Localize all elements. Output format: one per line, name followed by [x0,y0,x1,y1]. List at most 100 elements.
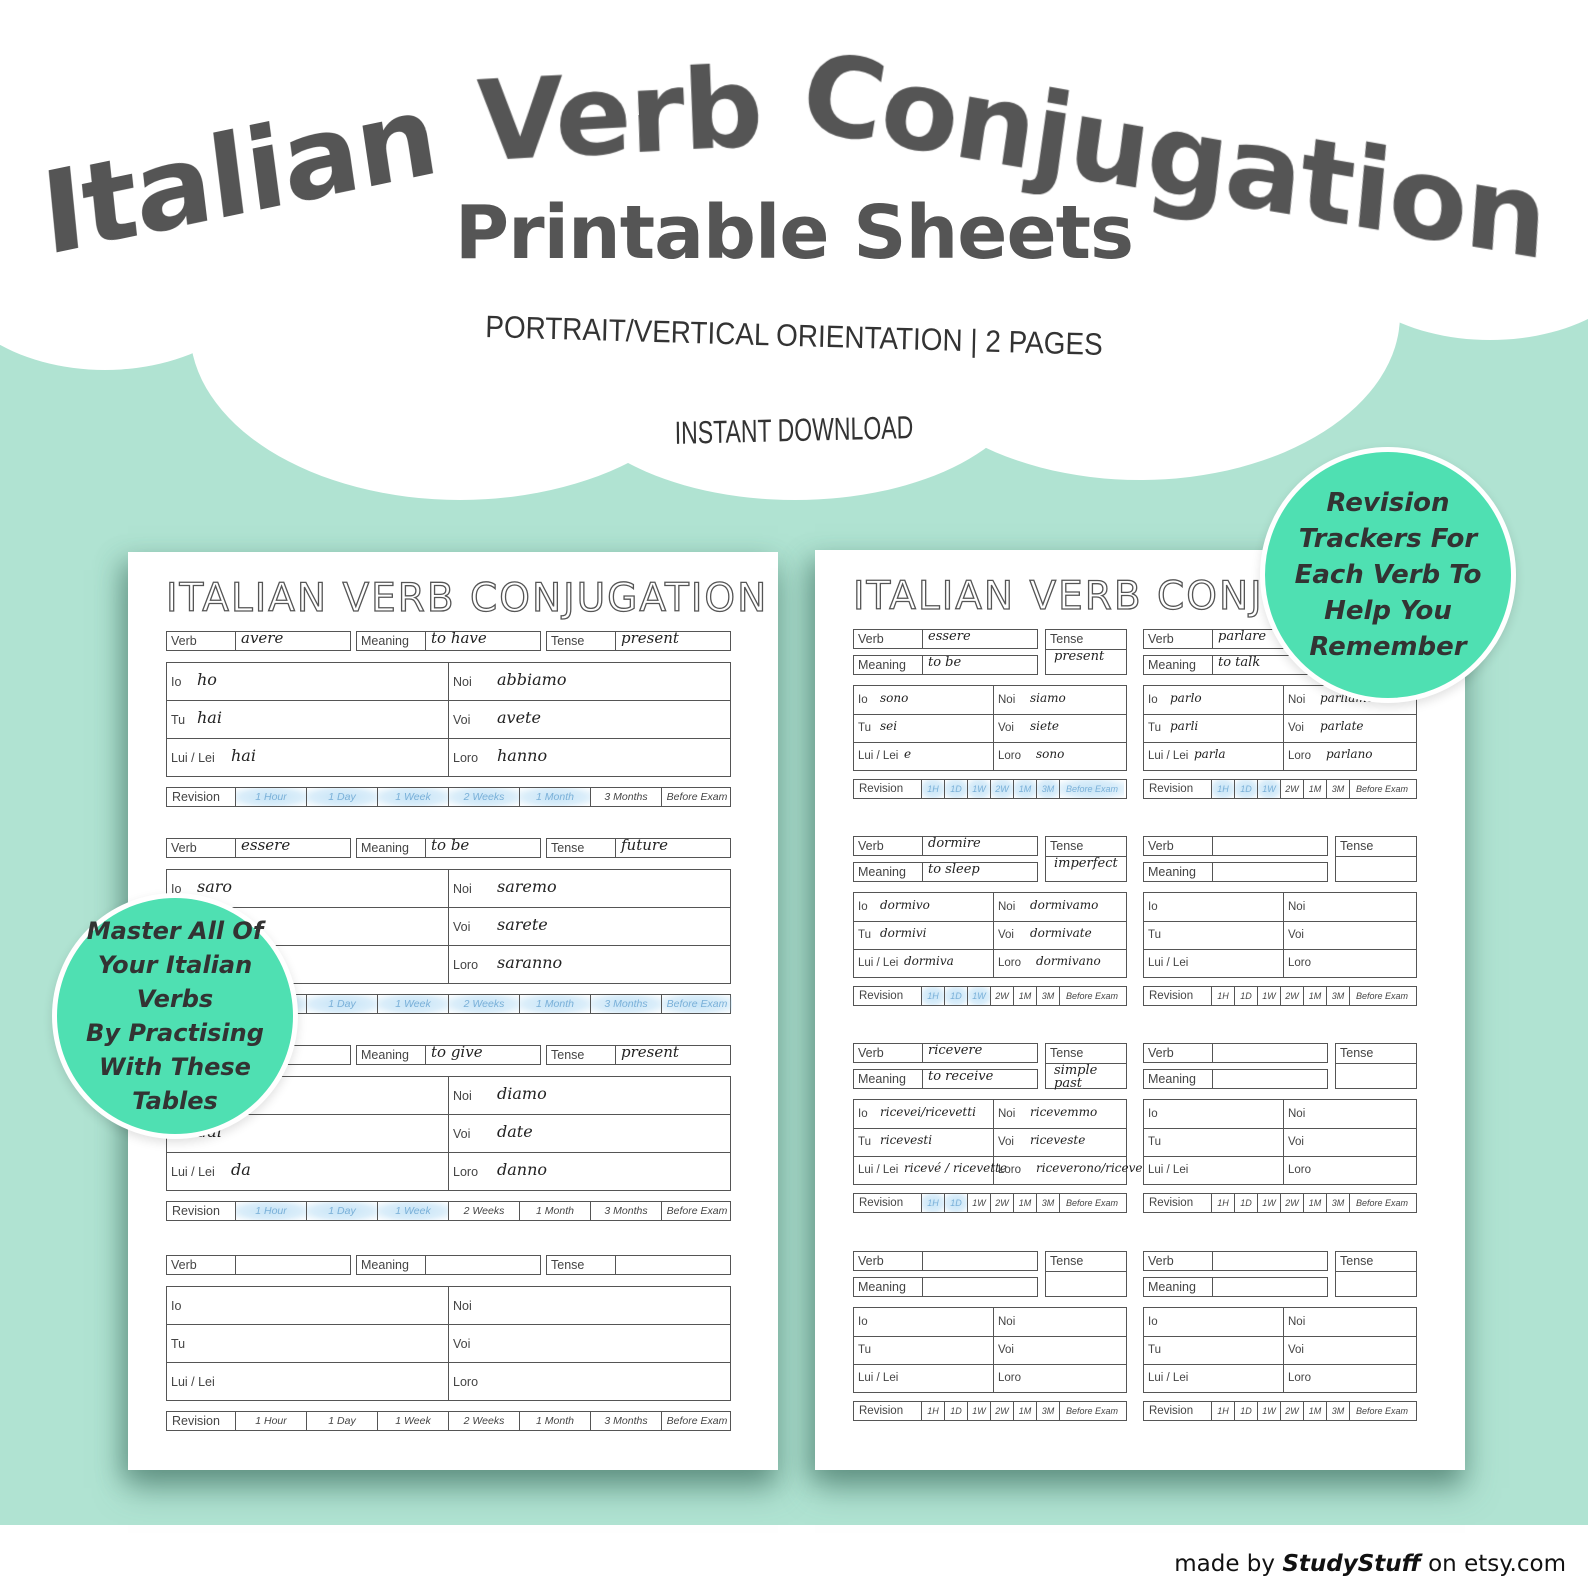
field-meaning[interactable]: Meaning to be [356,836,541,858]
revision-checkbox[interactable]: 2W [990,780,1013,798]
revision-checkbox[interactable]: 1 Day [306,995,377,1013]
revision-checkbox[interactable]: 1W [967,987,990,1005]
conjugation-lui[interactable]: parla [1194,747,1226,761]
revision-checkbox[interactable]: 1D [1234,780,1257,798]
field-verb[interactable]: Verb [166,1255,351,1275]
revision-checkbox[interactable]: Before Exam [1059,987,1124,1005]
revision-checkbox[interactable]: 2W [1280,780,1303,798]
field-tense[interactable]: Tense [1335,836,1417,882]
revision-checkbox[interactable]: 1D [1234,1402,1257,1420]
revision-checkbox[interactable]: Before Exam [1349,780,1414,798]
conjugation-loro[interactable]: saranno [497,953,562,972]
conjugation-noi[interactable]: dormivamo [1030,898,1098,912]
conjugation-lui[interactable]: e [904,747,911,761]
field-tense[interactable]: Tense present [546,629,731,651]
field-meaning[interactable]: Meaning [853,1277,1038,1297]
conjugation-loro[interactable]: danno [497,1160,547,1179]
field-tense[interactable]: Tense present [1045,629,1127,675]
conjugation-tu[interactable]: parli [1170,719,1198,733]
revision-checkbox[interactable]: Before Exam [1059,1194,1124,1212]
revision-checkbox[interactable]: 3 Months [590,1412,661,1430]
revision-checkbox[interactable]: 2 Weeks [448,788,519,806]
field-verb[interactable]: Verb [853,1251,1038,1271]
revision-checkbox[interactable]: 1 Week [377,1202,448,1220]
revision-checkbox[interactable]: 2W [990,1402,1013,1420]
revision-checkbox[interactable]: 1 Hour [235,1412,306,1430]
revision-checkbox[interactable]: 1H [1211,1402,1234,1420]
conjugation-io[interactable]: ricevei/ricevetti [880,1105,976,1119]
conjugation-io[interactable]: dormivo [880,898,930,912]
revision-checkbox[interactable]: 1M [1303,780,1326,798]
field-verb[interactable]: Verb avere [166,629,351,651]
revision-checkbox[interactable]: 1W [967,1402,990,1420]
field-meaning[interactable]: Meaning to have [356,629,541,651]
conjugation-lui[interactable]: hai [231,746,256,765]
conjugation-voi[interactable]: date [497,1122,533,1141]
revision-checkbox[interactable]: 3 Months [590,995,661,1013]
revision-checkbox[interactable]: 2 Weeks [448,995,519,1013]
revision-checkbox[interactable]: 1W [1257,1194,1280,1212]
revision-checkbox[interactable]: 1 Hour [235,788,306,806]
conjugation-io[interactable]: sono [880,691,908,705]
revision-checkbox[interactable]: 1H [921,987,944,1005]
revision-checkbox[interactable]: 1 Day [306,788,377,806]
field-meaning[interactable]: Meaning [356,1255,541,1275]
revision-checkbox[interactable]: Before Exam [1059,780,1124,798]
revision-checkbox[interactable]: 1H [921,1194,944,1212]
revision-checkbox[interactable]: 2W [990,1194,1013,1212]
revision-checkbox[interactable]: 3M [1036,1402,1059,1420]
revision-checkbox[interactable]: 3M [1036,1194,1059,1212]
conjugation-voi[interactable]: sarete [497,915,548,934]
field-tense[interactable]: Tense future [546,836,731,858]
revision-checkbox[interactable]: 2W [1280,1194,1303,1212]
revision-checkbox[interactable]: 1M [1303,1402,1326,1420]
revision-checkbox[interactable]: 1D [944,987,967,1005]
conjugation-io[interactable]: parlo [1170,691,1202,705]
revision-checkbox[interactable]: 1D [944,1194,967,1212]
revision-checkbox[interactable]: 1M [1013,780,1036,798]
revision-checkbox[interactable]: Before Exam [1349,1402,1414,1420]
revision-checkbox[interactable]: 1 Week [377,995,448,1013]
conjugation-tu[interactable]: dormivi [880,926,926,940]
conjugation-noi[interactable]: ricevemmo [1030,1105,1097,1119]
conjugation-loro[interactable]: hanno [497,746,547,765]
conjugation-lui[interactable]: da [231,1160,251,1179]
field-meaning[interactable]: Meaning to sleep [853,862,1038,882]
revision-checkbox[interactable]: 1W [1257,1402,1280,1420]
revision-checkbox[interactable]: 1 Month [519,1202,590,1220]
field-tense[interactable]: Tense [1335,1251,1417,1297]
revision-checkbox[interactable]: 1 Day [306,1202,377,1220]
revision-checkbox[interactable]: 1M [1303,987,1326,1005]
revision-checkbox[interactable]: 3M [1326,987,1349,1005]
revision-checkbox[interactable]: 1M [1013,1194,1036,1212]
conjugation-loro[interactable]: sono [1036,747,1064,761]
revision-checkbox[interactable]: 1 Month [519,995,590,1013]
field-tense[interactable]: Tense present [546,1043,731,1065]
conjugation-io[interactable]: ho [197,670,217,689]
conjugation-voi[interactable]: riceveste [1030,1133,1085,1147]
revision-checkbox[interactable]: 2W [1280,1402,1303,1420]
revision-checkbox[interactable]: Before Exam [1349,987,1414,1005]
revision-checkbox[interactable]: Before Exam [661,788,732,806]
field-tense[interactable]: Tense simple past [1045,1043,1127,1090]
revision-checkbox[interactable]: 1 Week [377,1412,448,1430]
revision-checkbox[interactable]: 1W [967,780,990,798]
field-tense[interactable]: Tense imperfect [1045,836,1127,882]
revision-checkbox[interactable]: 1W [967,1194,990,1212]
field-meaning[interactable]: Meaning [1143,1277,1328,1297]
revision-checkbox[interactable]: 1 Day [306,1412,377,1430]
revision-checkbox[interactable]: 1 Week [377,788,448,806]
conjugation-noi[interactable]: diamo [497,1084,547,1103]
revision-checkbox[interactable]: 1M [1303,1194,1326,1212]
field-verb[interactable]: Verb [1143,836,1328,856]
conjugation-noi[interactable]: siamo [1030,691,1066,705]
conjugation-loro[interactable]: dormivano [1036,954,1101,968]
conjugation-voi[interactable]: siete [1030,719,1059,733]
field-tense[interactable]: Tense [546,1255,731,1275]
conjugation-voi[interactable]: avete [497,708,541,727]
field-verb[interactable]: Verb dormire [853,836,1038,856]
conjugation-io[interactable]: saro [197,877,232,896]
revision-checkbox[interactable]: 3M [1036,987,1059,1005]
conjugation-voi[interactable]: parlate [1320,719,1364,733]
conjugation-noi[interactable]: abbiamo [497,670,566,689]
